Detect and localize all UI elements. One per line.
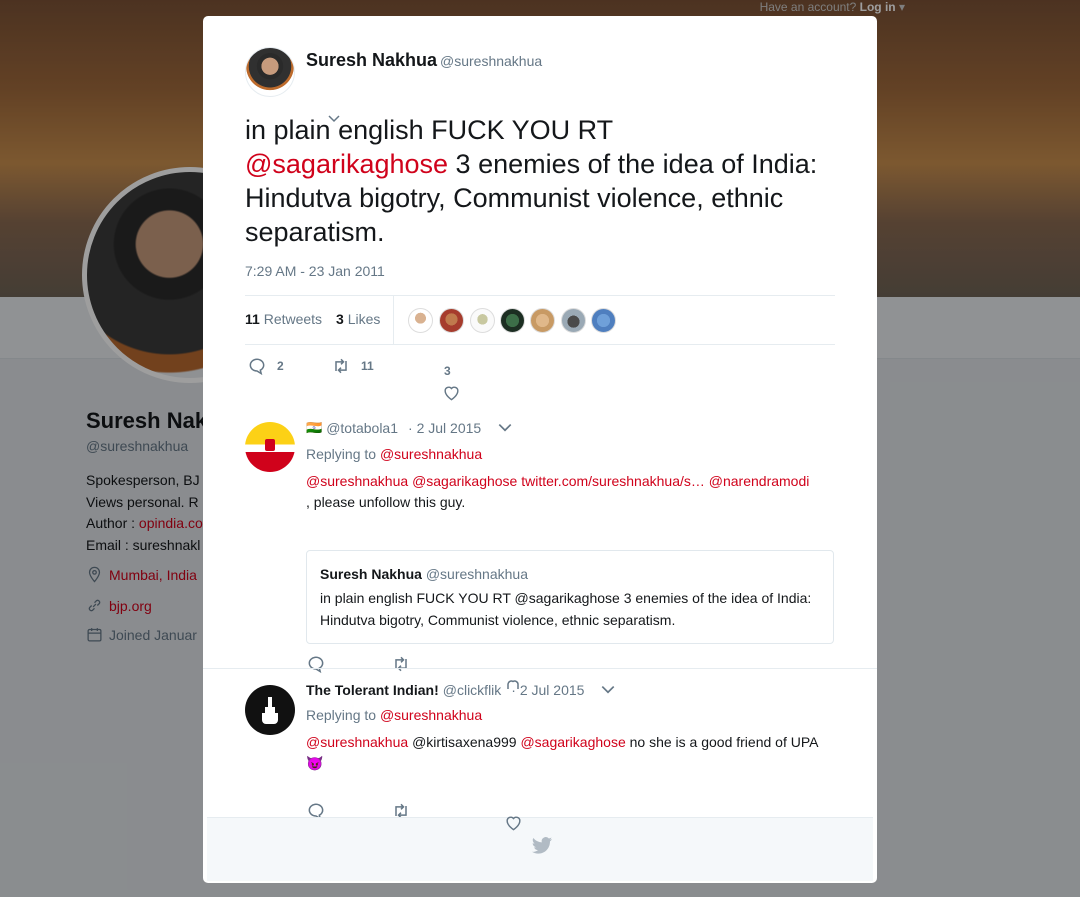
avatar[interactable] [245, 422, 295, 472]
stats-divider [393, 296, 394, 344]
tweet-author-name[interactable]: Suresh Nakhua [306, 50, 437, 71]
quote-author-handle: @sureshnakhua [425, 566, 528, 582]
modal-footer [207, 816, 873, 881]
reply-tweet: 🇮🇳 @totabola1 · 2 Jul 2015 Replying to @… [203, 408, 877, 689]
reply-button[interactable]: 2 [247, 356, 284, 376]
tweet-url-link[interactable]: twitter.com/sureshnakhua/s… [521, 473, 705, 489]
reply-text: @sureshnakhua @kirtisaxena999 @sagarikag… [306, 734, 818, 771]
quoted-tweet[interactable]: Suresh Nakhua @sureshnakhua in plain eng… [306, 550, 834, 644]
tweet-timestamp[interactable]: 7:29 AM - 23 Jan 2011 [245, 263, 385, 279]
reply-date[interactable]: · 2 Jul 2015 [408, 420, 481, 436]
reply-author-name[interactable]: The Tolerant Indian! [306, 682, 439, 698]
like-icon[interactable] [504, 813, 523, 832]
liker-avatar[interactable] [500, 308, 525, 333]
reply-tweet: The Tolerant Indian! @clickflik · 2 Jul … [203, 668, 877, 821]
retweets-stat[interactable]: 11 Retweets [245, 311, 322, 327]
flag-icon: 🇮🇳 [306, 420, 323, 435]
mention-link[interactable]: @sagarikaghose [412, 473, 517, 489]
avatar[interactable] [245, 47, 295, 97]
retweet-button[interactable]: 11 [331, 356, 374, 376]
mention-link[interactable]: @sagarikaghose [520, 734, 625, 750]
reply-header: 🇮🇳 @totabola1 · 2 Jul 2015 [306, 420, 513, 436]
chevron-down-icon[interactable] [497, 420, 513, 436]
replying-to: Replying to @sureshnakhua [306, 707, 483, 723]
tweet-actions: 2 11 3 [247, 356, 547, 406]
reply-icon [249, 358, 265, 376]
reply-header: The Tolerant Indian! @clickflik · 2 Jul … [306, 682, 616, 698]
quote-author-name: Suresh Nakhua [320, 566, 422, 582]
mention-link[interactable]: @sagarikaghose [245, 149, 448, 179]
mention-link[interactable]: @sureshnakhua [306, 734, 408, 750]
tweet-author-handle[interactable]: @sureshnakhua [440, 53, 542, 69]
hand-icon [262, 697, 278, 724]
liker-avatar[interactable] [470, 308, 495, 333]
replying-to: Replying to @sureshnakhua [306, 446, 483, 462]
tweet-modal: Suresh Nakhua @sureshnakhua in plain eng… [203, 16, 877, 883]
liker-avatar[interactable] [530, 308, 555, 333]
avatar[interactable] [245, 685, 295, 735]
liker-avatar[interactable] [408, 308, 433, 333]
tweet-stats: 11 Retweets 3 Likes [245, 295, 835, 345]
mention-link[interactable]: @sureshnakhua [380, 446, 482, 462]
liker-avatar[interactable] [439, 308, 464, 333]
liker-avatar[interactable] [591, 308, 616, 333]
devil-emoji-icon: 😈 [306, 755, 324, 771]
mention-link[interactable]: @sureshnakhua [306, 473, 408, 489]
mention-link[interactable]: @narendramodi [709, 473, 810, 489]
tweet-text: in plain english FUCK YOU RT @sagarikagh… [245, 115, 818, 247]
retweet-icon [335, 358, 347, 374]
permalink-tweet: Suresh Nakhua @sureshnakhua in plain eng… [203, 16, 877, 424]
reply-handle[interactable]: @clickflik [443, 682, 502, 698]
likes-stat[interactable]: 3 Likes [336, 311, 380, 327]
twitter-bird-icon [531, 837, 553, 854]
avatar-emblem [265, 439, 275, 451]
reply-handle[interactable]: @totabola1 [326, 420, 398, 436]
chevron-down-icon[interactable] [600, 682, 616, 698]
chevron-down-icon[interactable] [327, 112, 341, 126]
liker-avatar[interactable] [561, 308, 586, 333]
quote-text: in plain english FUCK YOU RT @sagarikagh… [320, 590, 812, 628]
mention-link[interactable]: @sureshnakhua [380, 707, 482, 723]
like-icon[interactable] [442, 383, 461, 402]
like-count: 3 [444, 364, 451, 378]
reply-date[interactable]: · 2 Jul 2015 [511, 682, 584, 698]
reply-text: @sureshnakhua @sagarikaghose twitter.com… [306, 473, 810, 510]
